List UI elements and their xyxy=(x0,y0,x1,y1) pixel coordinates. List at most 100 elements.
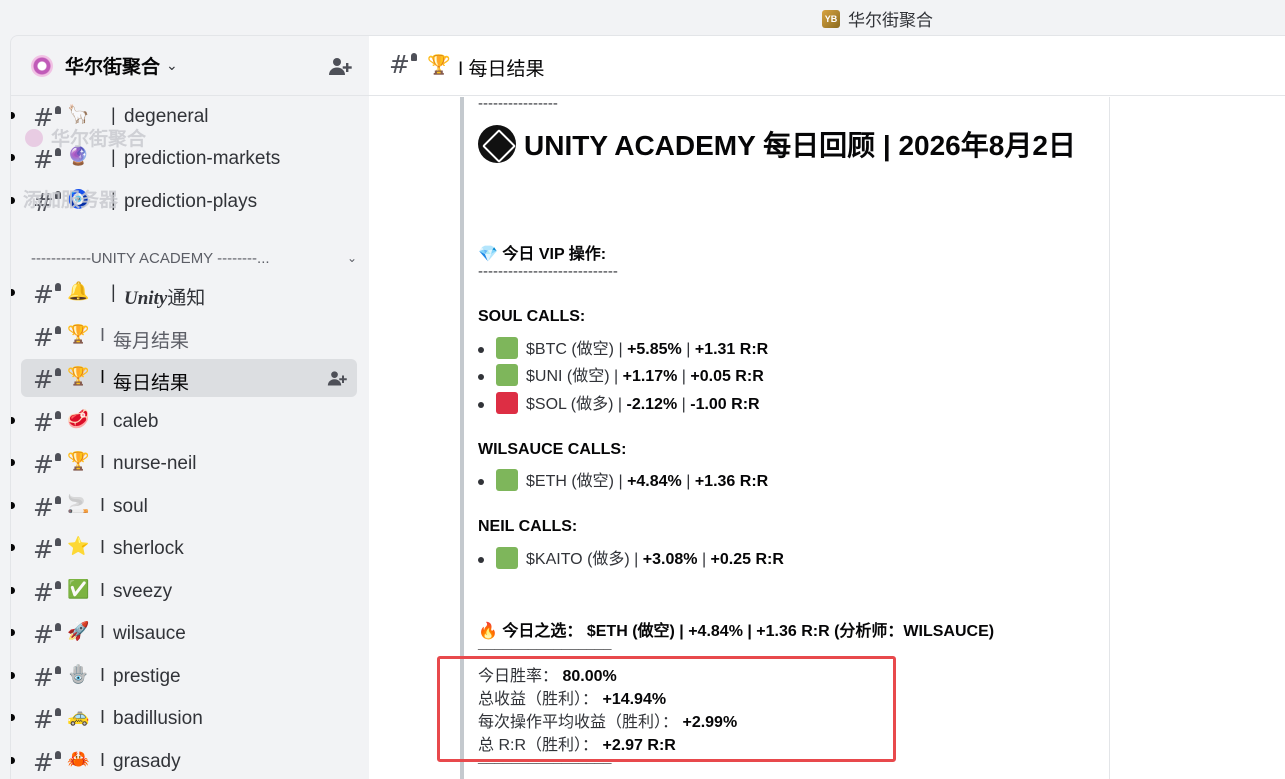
app-logo-icon: YB xyxy=(822,9,840,28)
channel-name: Unity通知 xyxy=(124,288,206,309)
text-channel-locked-icon: # xyxy=(33,408,61,437)
unread-indicator xyxy=(11,154,15,161)
unread-indicator xyxy=(11,757,15,764)
channel-soul[interactable]: # 🚬 I soul xyxy=(11,487,357,525)
drag-ghost-add-server: 添加服务器 xyxy=(23,190,119,211)
green-square-icon xyxy=(496,469,518,491)
trophy-icon: 🏆 xyxy=(427,55,451,76)
section-heading: NEIL CALLS: xyxy=(478,518,578,535)
category-unity-academy[interactable]: ------------UNITY ACADEMY --------... ⌄ xyxy=(31,248,357,268)
unread-indicator xyxy=(11,544,15,551)
green-square-icon xyxy=(496,364,518,386)
unread-indicator xyxy=(11,587,15,594)
cigarette-icon: 🚬 xyxy=(67,494,90,515)
server-icon xyxy=(31,54,53,77)
divider-text: ---------------------------- xyxy=(478,263,618,280)
channel-name: prediction-markets xyxy=(124,148,281,169)
channel-monthly-results[interactable]: # 🏆 I 每月结果 xyxy=(21,317,357,355)
channel-title: I 每日结果 xyxy=(458,59,545,80)
channel-name: prestige xyxy=(113,666,181,687)
green-square-icon xyxy=(496,547,518,569)
server-name: 华尔街聚合 xyxy=(65,57,161,78)
divider-text: ---------------- xyxy=(478,97,558,112)
channel-badillusion[interactable]: # 🚕 I badillusion xyxy=(11,699,357,737)
unread-indicator xyxy=(11,502,15,509)
chevron-down-icon: ⌄ xyxy=(346,251,357,265)
text-channel-locked-icon: # xyxy=(33,620,61,649)
channel-name: sherlock xyxy=(113,538,184,559)
text-channel-locked-icon: # xyxy=(33,705,61,734)
ghost-server-icon xyxy=(25,129,43,147)
unread-indicator xyxy=(11,459,15,466)
channel-wilsauce[interactable]: # 🚀 I wilsauce xyxy=(11,614,357,652)
message-title: UNITY ACADEMY 每日回顾 | 2026年8月2日 xyxy=(478,125,1078,167)
text-channel-locked-icon: # xyxy=(33,323,61,352)
server-header[interactable]: 华尔街聚合 ⌄ xyxy=(11,36,369,96)
call-item: $ETH (做空) | +4.84% | +1.36 R:R xyxy=(478,467,768,491)
rocket-icon: 🚀 xyxy=(67,621,90,642)
check-mark-icon: ✅ xyxy=(67,579,90,600)
unread-indicator xyxy=(11,672,15,679)
channel-nurse-neil[interactable]: # 🏆 I nurse-neil xyxy=(11,444,357,482)
hamsa-icon: 🪬 xyxy=(67,664,90,685)
gem-icon: 💎 xyxy=(478,246,498,263)
unread-indicator xyxy=(11,112,15,119)
channel-grasady[interactable]: # 🦀 I grasady xyxy=(11,742,357,779)
text-channel-locked-icon: # xyxy=(33,365,61,394)
window-title: 华尔街聚合 xyxy=(848,11,933,30)
drag-ghost-server: 华尔街聚合 xyxy=(25,124,146,151)
call-item: $BTC (做空) | +5.85% | +1.31 R:R xyxy=(478,335,768,359)
section-heading: SOUL CALLS: xyxy=(478,308,586,325)
text-channel-locked-icon: # xyxy=(389,50,417,79)
star-icon: ⭐ xyxy=(67,536,90,557)
invite-people-icon[interactable] xyxy=(328,54,352,78)
text-channel-locked-icon: # xyxy=(33,535,61,564)
section-heading: WILSAUCE CALLS: xyxy=(478,441,627,458)
channel-unity-notice[interactable]: # 🔔 | Unity通知 xyxy=(11,274,357,312)
channel-name: prediction-plays xyxy=(124,191,258,212)
channel-prestige[interactable]: # 🪬 I prestige xyxy=(11,657,357,695)
channel-emoji-icon: 🦙 xyxy=(67,104,90,125)
window-titlebar: YB 华尔街聚合 xyxy=(0,0,1285,34)
vip-heading: 💎 今日 VIP 操作: xyxy=(478,246,607,263)
red-square-icon xyxy=(496,392,518,414)
text-channel-locked-icon: # xyxy=(33,748,61,777)
channel-sherlock[interactable]: # ⭐ I sherlock xyxy=(11,529,357,567)
channel-sveezy[interactable]: # ✅ I sveezy xyxy=(11,572,357,610)
unread-indicator xyxy=(11,629,15,636)
chevron-down-icon: ⌄ xyxy=(166,57,178,73)
trophy-icon: 🏆 xyxy=(67,324,90,345)
channel-sidebar: 华尔街聚合 ⌄ # 🦙 | degeneral # 🔮 | prediction… xyxy=(10,35,369,779)
trophy-icon: 🏆 xyxy=(67,451,90,472)
unread-indicator xyxy=(11,289,15,296)
channel-name: wilsauce xyxy=(113,623,186,644)
channel-name: 每日结果 xyxy=(113,373,190,394)
text-channel-locked-icon: # xyxy=(33,493,61,522)
channel-name: nurse-neil xyxy=(113,453,197,474)
call-item: $SOL (做多) | -2.12% | -1.00 R:R xyxy=(478,390,760,414)
channel-name: 每月结果 xyxy=(113,331,190,352)
channel-header: # 🏆 I 每日结果 xyxy=(369,36,1285,96)
channel-name: sveezy xyxy=(113,581,173,602)
call-item: $UNI (做空) | +1.17% | +0.05 R:R xyxy=(478,362,764,386)
channel-name: badillusion xyxy=(113,708,203,729)
create-invite-icon[interactable] xyxy=(327,368,347,388)
text-channel-locked-icon: # xyxy=(33,450,61,479)
right-panel xyxy=(1109,97,1285,779)
channel-caleb[interactable]: # 🥩 I caleb xyxy=(11,402,357,440)
unread-indicator xyxy=(11,197,15,204)
category-label: ------------UNITY ACADEMY --------... xyxy=(31,249,270,267)
unread-indicator xyxy=(11,714,15,721)
highlight-annotation-box xyxy=(437,656,896,762)
text-channel-locked-icon: # xyxy=(33,578,61,607)
channel-name: grasady xyxy=(113,751,181,772)
unity-academy-logo-icon xyxy=(478,125,516,163)
steak-icon: 🥩 xyxy=(67,409,90,430)
trophy-icon: 🏆 xyxy=(67,366,90,387)
unread-indicator xyxy=(11,417,15,424)
crab-icon: 🦀 xyxy=(67,749,90,770)
green-square-icon xyxy=(496,337,518,359)
divider-text: ________________ xyxy=(478,635,612,652)
text-channel-locked-icon: # xyxy=(33,663,61,692)
channel-daily-results[interactable]: # 🏆 I 每日结果 xyxy=(21,359,357,397)
